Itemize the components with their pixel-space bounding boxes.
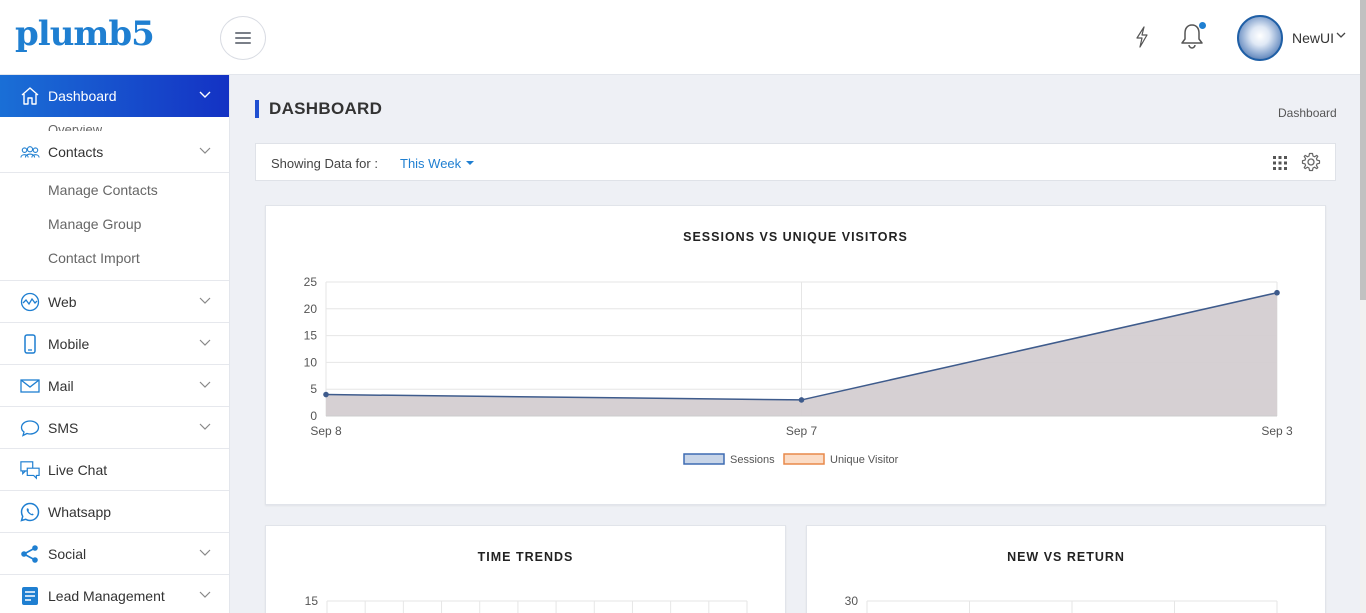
date-range-dropdown[interactable]: This Week	[400, 156, 461, 171]
legend-label-unique-visitor: Unique Visitor	[830, 454, 899, 466]
x-tick-label: Sep 3	[1261, 424, 1293, 438]
sessions-point	[323, 391, 329, 398]
chevron-down-icon	[199, 91, 211, 98]
chevron-down-icon	[199, 381, 211, 388]
whatsapp-icon	[20, 502, 40, 522]
mail-icon	[20, 376, 40, 396]
sidebar-subitem-contact-import[interactable]: Contact Import	[48, 250, 140, 266]
sidebar-item-social[interactable]: Social	[0, 533, 229, 575]
sidebar-item-lead-management[interactable]: Lead Management	[0, 575, 229, 613]
sidebar-subitem-manage-contacts[interactable]: Manage Contacts	[48, 182, 158, 198]
sidebar-item-label: Social	[48, 545, 87, 562]
time-trends-chart: 15	[305, 594, 748, 613]
social-icon	[20, 544, 40, 564]
chevron-down-icon[interactable]	[1336, 31, 1346, 39]
legend-label-sessions: Sessions	[730, 454, 775, 466]
sidebar-item-label: Live Chat	[48, 461, 108, 478]
new-vs-return-chart: 30	[845, 594, 1278, 613]
new-vs-return-card: NEW VS RETURN 30	[806, 525, 1326, 613]
gear-icon[interactable]	[1301, 152, 1321, 172]
y-tick-label: 15	[304, 329, 318, 343]
scrollbar-thumb[interactable]	[1360, 0, 1366, 300]
sessions-point	[1274, 289, 1280, 296]
web-icon	[20, 292, 40, 312]
breadcrumb[interactable]: Dashboard	[1278, 106, 1337, 120]
chevron-down-icon	[199, 423, 211, 430]
sidebar-item-label: Lead Management	[48, 587, 165, 604]
logo[interactable]: plumb5	[15, 14, 155, 54]
y-tick-label: 5	[310, 382, 317, 396]
sessions-chart: 0 5 10 15 20 25 Sep 8 Sep 7 Sep 3 Sessions Unique …	[304, 275, 1293, 466]
x-tick-label: Sep 8	[310, 424, 342, 438]
y-tick-label: 0	[310, 409, 317, 423]
lightning-icon[interactable]	[1134, 26, 1150, 48]
home-icon	[20, 86, 40, 106]
sms-icon	[20, 418, 40, 438]
y-tick-label: 25	[304, 275, 318, 289]
chevron-down-icon	[199, 297, 211, 304]
hamburger-icon	[235, 32, 251, 44]
page-title: DASHBOARD	[269, 99, 383, 118]
title-accent-bar	[255, 100, 259, 118]
sidebar-subitem-manage-group[interactable]: Manage Group	[48, 216, 141, 232]
page-scrollbar[interactable]	[1360, 0, 1366, 613]
sidebar-item-live-chat[interactable]: Live Chat	[0, 449, 229, 491]
filter-bar: Showing Data for : This Week	[255, 143, 1336, 181]
sessions-chart-card: SESSIONS VS UNIQUE VISITORS 0 5 10 15 20 25 Se…	[265, 205, 1326, 505]
legend-swatch-unique-visitor	[783, 453, 825, 465]
filter-label: Showing Data for :	[271, 156, 378, 171]
menu-toggle-button[interactable]	[220, 16, 266, 60]
chevron-down-icon	[199, 549, 211, 556]
y-tick-label: 10	[304, 355, 318, 369]
chevron-down-icon	[199, 147, 211, 154]
notification-dot	[1199, 22, 1206, 29]
sidebar-item-web[interactable]: Web	[0, 281, 229, 323]
y-tick-label: 20	[304, 302, 318, 316]
live-chat-icon	[20, 460, 40, 480]
sessions-point	[798, 397, 805, 403]
sidebar-item-mail[interactable]: Mail	[0, 365, 229, 407]
mobile-icon	[20, 334, 40, 354]
sidebar-item-label: Whatsapp	[48, 503, 112, 520]
avatar[interactable]	[1237, 15, 1283, 61]
contacts-icon	[20, 142, 40, 162]
sidebar-item-dashboard[interactable]: Dashboard	[0, 75, 229, 117]
sidebar: Dashboard Overview Contacts Manage Conta…	[0, 75, 230, 613]
caret-down-icon[interactable]	[466, 161, 474, 165]
sidebar-item-label: Mail	[48, 377, 74, 394]
user-name[interactable]: NewUI	[1292, 30, 1334, 46]
sidebar-item-label: Dashboard	[48, 88, 117, 104]
sidebar-item-contacts[interactable]: Contacts	[0, 131, 229, 173]
top-header: plumb5 NewUI	[0, 0, 1360, 75]
y-tick-label: 30	[845, 594, 859, 608]
sidebar-item-label: Contacts	[48, 143, 104, 160]
y-tick-label: 15	[305, 594, 319, 608]
sidebar-item-whatsapp[interactable]: Whatsapp	[0, 491, 229, 533]
sidebar-item-label: Web	[48, 293, 77, 310]
lead-management-icon	[20, 586, 40, 606]
chevron-down-icon	[199, 339, 211, 346]
sidebar-item-mobile[interactable]: Mobile	[0, 323, 229, 365]
grid-icon[interactable]	[1273, 156, 1287, 170]
sidebar-item-label: Mobile	[48, 335, 90, 352]
x-tick-label: Sep 7	[786, 424, 818, 438]
chevron-down-icon	[199, 591, 211, 598]
sidebar-item-sms[interactable]: SMS	[0, 407, 229, 449]
sidebar-item-label: SMS	[48, 419, 79, 436]
legend-swatch-sessions	[683, 453, 725, 465]
time-trends-card: TIME TRENDS 15	[265, 525, 786, 613]
